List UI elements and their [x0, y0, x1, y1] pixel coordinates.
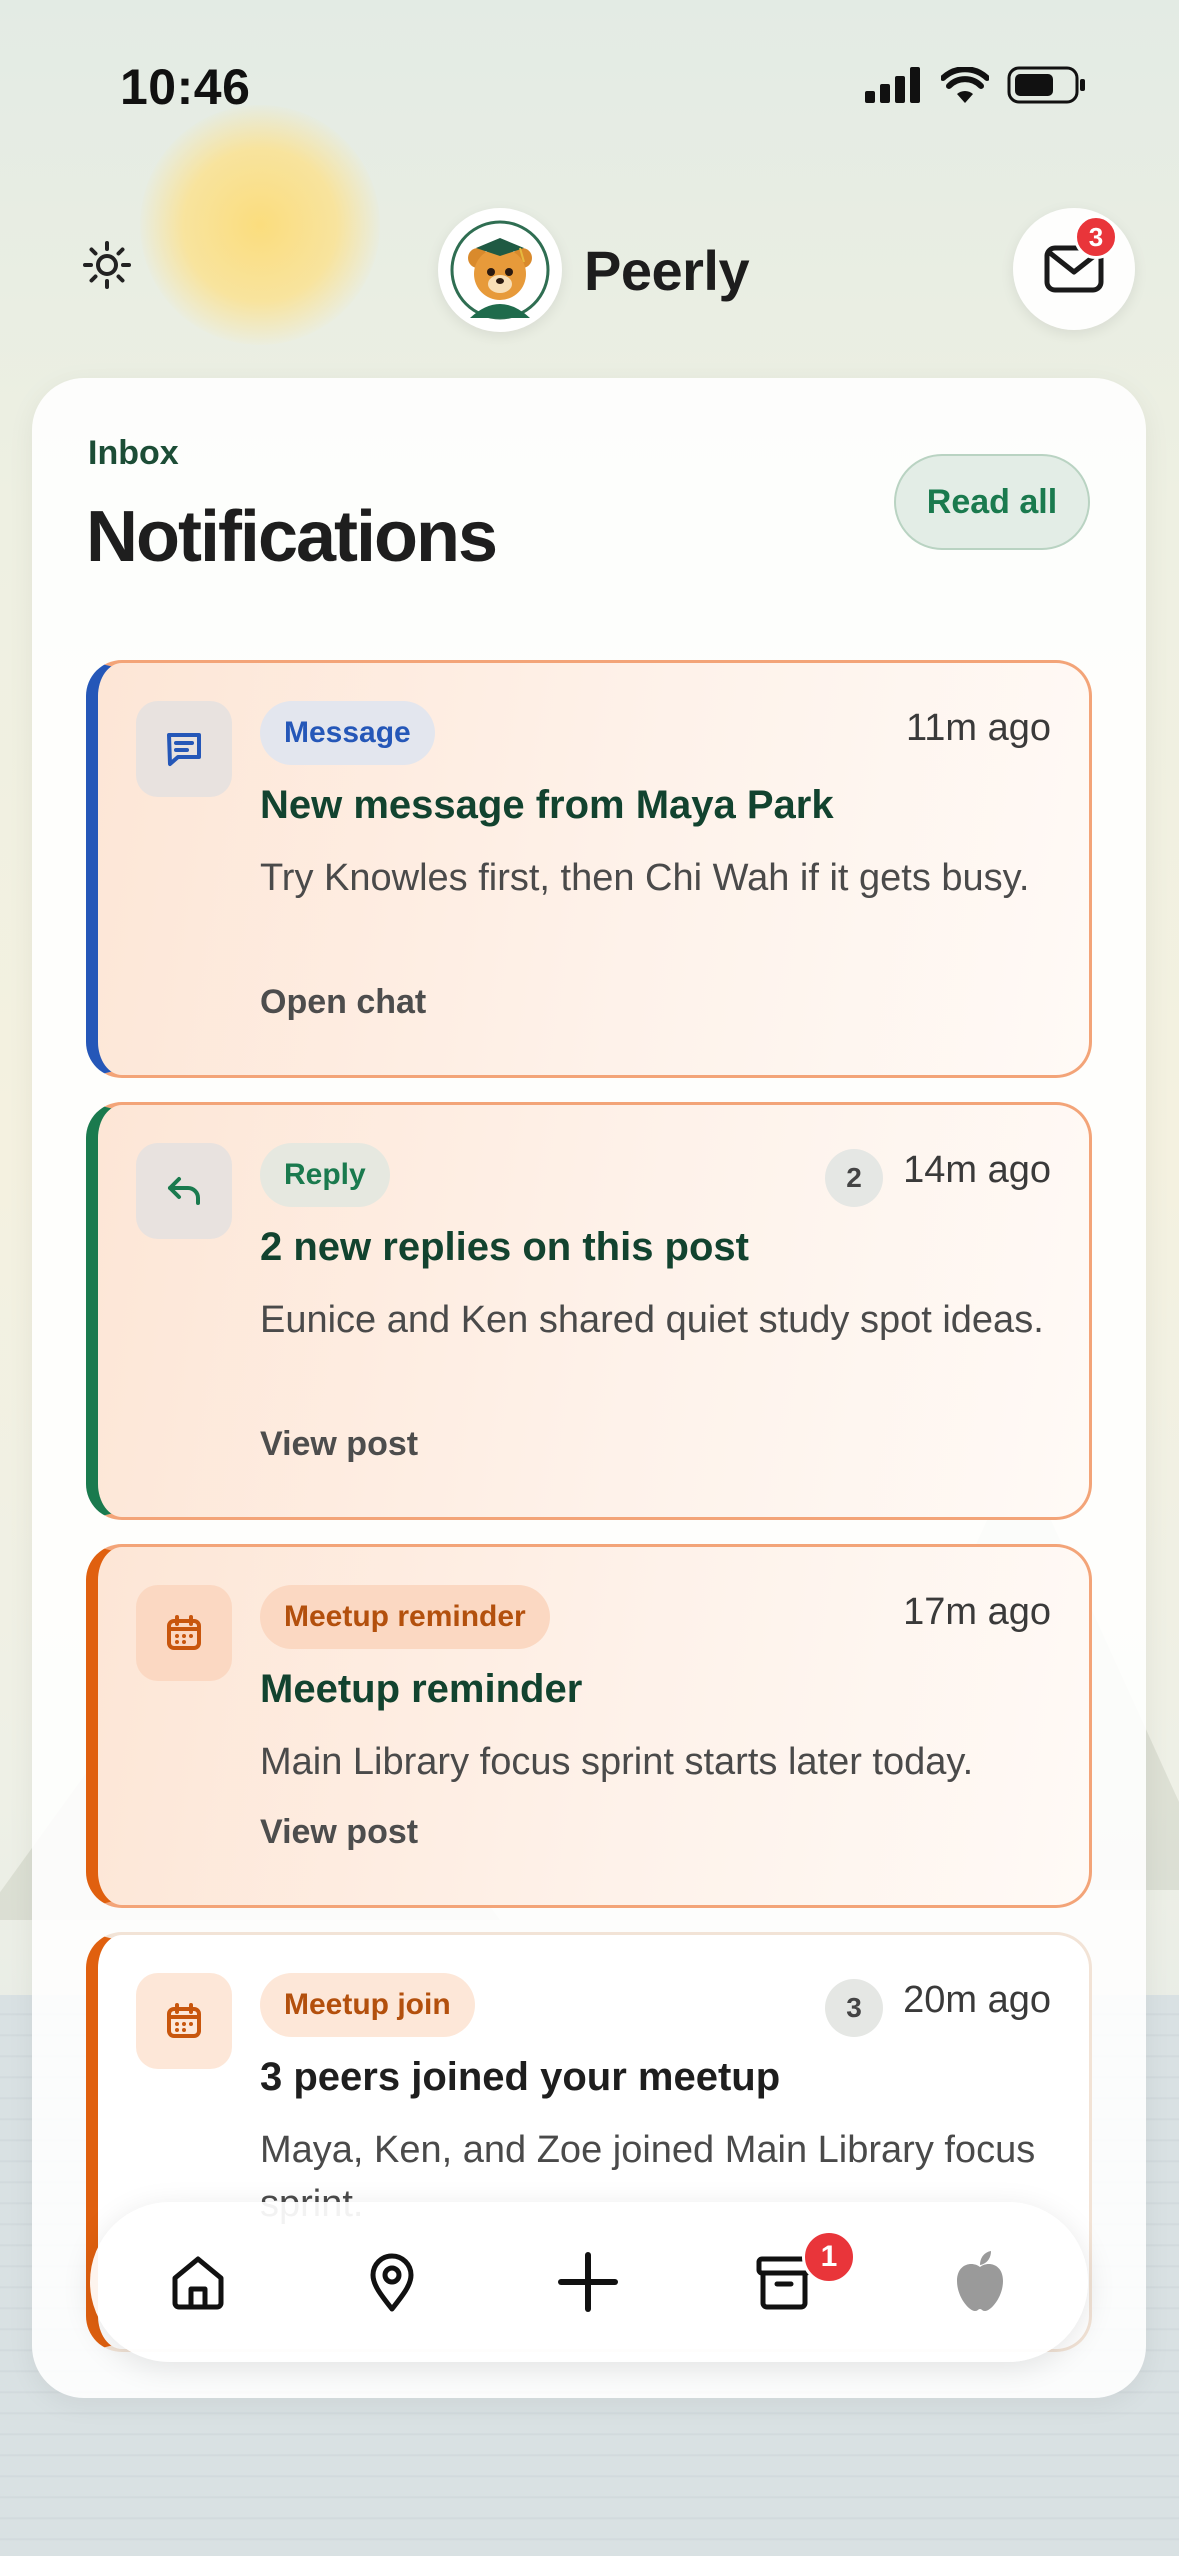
notification-type-icon [136, 701, 232, 797]
map-pin-icon [370, 2253, 414, 2312]
join-count-badge: 3 [825, 1979, 883, 2037]
sun-icon [83, 241, 131, 289]
notification-title: 2 new replies on this post [260, 1225, 749, 1269]
notification-card-message[interactable]: Message 11m ago New message from Maya Pa… [86, 660, 1092, 1078]
bear-graduate-logo [438, 208, 562, 332]
status-icons [865, 66, 1087, 104]
brand-name: Peerly [584, 238, 750, 302]
notification-card-reply[interactable]: Reply 2 14m ago 2 new replies on this po… [86, 1102, 1092, 1520]
nav-create-button[interactable] [548, 2242, 628, 2322]
apple-icon [957, 2251, 1003, 2311]
notification-type-icon [136, 1585, 232, 1681]
mail-badge: 3 [1074, 215, 1118, 259]
chat-icon [167, 733, 201, 766]
type-pill: Message [260, 701, 435, 765]
read-all-button[interactable]: Read all [894, 454, 1090, 550]
brand[interactable]: Peerly [438, 208, 750, 332]
nav-apple-button[interactable] [940, 2242, 1020, 2322]
theme-toggle-button[interactable] [82, 240, 132, 290]
wifi-icon [941, 67, 989, 103]
notification-time: 20m ago [903, 1979, 1051, 2021]
page-title: Notifications [86, 497, 498, 577]
notification-time: 14m ago [903, 1149, 1051, 1191]
calendar-icon [167, 1615, 201, 1650]
calendar-icon [167, 2003, 201, 2038]
notification-body: Try Knowles first, then Chi Wah if it ge… [260, 857, 1030, 899]
type-pill: Meetup reminder [260, 1585, 550, 1649]
notification-time: 11m ago [905, 707, 1051, 749]
sun-glow [140, 105, 380, 345]
mail-button[interactable] [1013, 208, 1135, 330]
notification-card-meetup-reminder[interactable]: Meetup reminder 17m ago Meetup reminder … [86, 1544, 1092, 1908]
notification-body: Eunice and Ken shared quiet study spot i… [260, 1299, 1044, 1341]
notification-title: Meetup reminder [260, 1667, 583, 1711]
notification-body: Main Library focus sprint starts later t… [260, 1741, 974, 1783]
notification-type-icon [136, 1143, 232, 1239]
section-label: Inbox [88, 434, 179, 472]
open-chat-link[interactable]: Open chat [260, 983, 426, 1022]
notification-title: 3 peers joined your meetup [260, 2055, 781, 2099]
view-post-link[interactable]: View post [260, 1813, 418, 1852]
nav-map-button[interactable] [352, 2242, 432, 2322]
type-pill: Reply [260, 1143, 390, 1207]
bottom-navigation [90, 2202, 1088, 2362]
status-time: 10:46 [120, 59, 251, 115]
cellular-signal-icon [865, 67, 920, 103]
nav-home-button[interactable] [158, 2242, 238, 2322]
notification-time: 17m ago [903, 1591, 1051, 1633]
notifications-panel: Inbox Notifications Read all Message 11m… [32, 378, 1146, 2398]
battery-icon [1007, 66, 1085, 104]
reply-count-badge: 2 [825, 1149, 883, 1207]
home-icon [172, 2256, 224, 2310]
type-pill: Meetup join [260, 1973, 475, 2037]
view-post-link[interactable]: View post [260, 1425, 418, 1464]
notification-type-icon [136, 1973, 232, 2069]
plus-icon [558, 2252, 618, 2312]
reply-icon [168, 1177, 200, 1205]
notification-title: New message from Maya Park [260, 783, 834, 827]
archive-badge: 1 [802, 2230, 856, 2284]
